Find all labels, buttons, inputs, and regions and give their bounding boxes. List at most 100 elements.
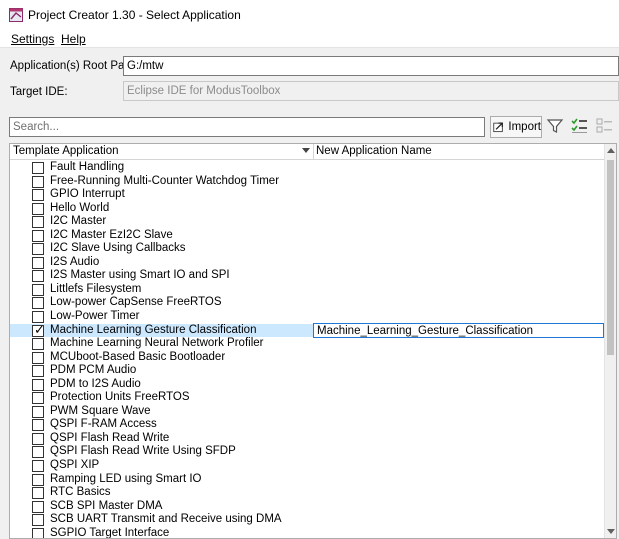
scroll-up-icon[interactable] — [607, 148, 615, 153]
table-row[interactable]: MCUboot-Based Basic Bootloader — [10, 351, 605, 365]
table-row[interactable]: I2S Master using Smart IO and SPI — [10, 269, 605, 283]
table-row[interactable]: PDM PCM Audio — [10, 364, 605, 378]
table-body: Fault Handling Free-Running Multi-Counter… — [10, 161, 605, 539]
table-row[interactable]: QSPI XIP — [10, 459, 605, 473]
table-row[interactable]: Fault Handling — [10, 161, 605, 175]
row-checkbox[interactable] — [32, 514, 44, 527]
row-template-label: QSPI Flash Read Write — [50, 431, 170, 444]
table-row[interactable]: I2C Master EzI2C Slave — [10, 229, 605, 243]
sort-arrow-icon[interactable] — [302, 148, 310, 153]
table-row[interactable]: SGPIO Target Interface — [10, 526, 605, 539]
row-checkbox[interactable] — [32, 189, 44, 202]
table-row[interactable]: QSPI Flash Read Write — [10, 432, 605, 446]
menu-settings-label: Settings — [11, 32, 55, 46]
table-row[interactable]: Hello World — [10, 202, 605, 216]
table-row[interactable]: Low-power CapSense FreeRTOS — [10, 296, 605, 310]
row-template-label: PDM to I2S Audio — [50, 377, 141, 390]
table-row[interactable]: SCB UART Transmit and Receive using DMA — [10, 513, 605, 527]
row-template-label: QSPI XIP — [50, 459, 100, 472]
row-template-label: Low-Power Timer — [50, 310, 140, 323]
target-ide-label: Target IDE: — [10, 86, 68, 98]
row-checkbox[interactable] — [32, 392, 44, 405]
row-checkbox[interactable] — [32, 378, 44, 391]
row-checkbox[interactable]: ✓ — [32, 322, 45, 337]
table-row[interactable]: SCB SPI Master DMA — [10, 500, 605, 514]
row-template-label: Low-power CapSense FreeRTOS — [50, 296, 222, 309]
row-checkbox[interactable] — [32, 487, 44, 500]
table-row[interactable]: Littlefs Filesystem — [10, 283, 605, 297]
row-checkbox[interactable] — [32, 162, 44, 174]
check-all-icon[interactable] — [571, 117, 589, 135]
row-template-label: PDM PCM Audio — [50, 364, 137, 377]
title-bar: Project Creator 1.30 - Select Applicatio… — [0, 0, 619, 30]
row-checkbox[interactable] — [32, 229, 44, 242]
uncheck-all-icon[interactable] — [596, 117, 614, 135]
vertical-scrollbar[interactable] — [604, 144, 616, 538]
row-template-label: SGPIO Target Interface — [50, 526, 170, 539]
row-checkbox[interactable] — [32, 243, 44, 256]
row-template-label: Littlefs Filesystem — [50, 282, 142, 295]
table-row[interactable]: I2S Audio — [10, 256, 605, 270]
row-template-label: QSPI Flash Read Write Using SFDP — [50, 445, 236, 458]
table-row[interactable]: Machine Learning Neural Network Profiler — [10, 337, 605, 351]
menu-settings[interactable]: Settings — [11, 32, 54, 46]
row-checkbox[interactable] — [32, 338, 44, 351]
row-template-label: I2S Master using Smart IO and SPI — [50, 269, 230, 282]
row-checkbox[interactable] — [32, 283, 44, 296]
row-template-label: SCB SPI Master DMA — [50, 499, 163, 512]
row-checkbox[interactable] — [32, 202, 44, 215]
table-row[interactable]: I2C Slave Using Callbacks — [10, 242, 605, 256]
menu-help-label: Help — [61, 32, 86, 46]
target-ide-field: Eclipse IDE for ModusToolbox — [123, 81, 619, 101]
table-row[interactable]: QSPI F-RAM Access — [10, 418, 605, 432]
table-row[interactable]: Protection Units FreeRTOS — [10, 391, 605, 405]
row-checkbox[interactable] — [32, 351, 44, 364]
row-checkbox[interactable] — [32, 527, 44, 538]
row-checkbox[interactable] — [32, 432, 44, 445]
col-new-application-name[interactable]: New Application Name — [316, 145, 432, 157]
scroll-thumb[interactable] — [607, 160, 614, 355]
row-checkbox[interactable] — [32, 175, 44, 188]
table-row[interactable]: QSPI Flash Read Write Using SFDP — [10, 445, 605, 459]
row-checkbox[interactable] — [32, 500, 44, 513]
row-template-label: Fault Handling — [50, 161, 125, 173]
table-row[interactable]: ✓ Machine Learning Gesture Classification… — [10, 322, 605, 338]
table-row[interactable]: Free-Running Multi-Counter Watchdog Time… — [10, 175, 605, 189]
row-template-label: Hello World — [50, 201, 110, 214]
row-checkbox[interactable] — [32, 419, 44, 432]
row-template-label: Ramping LED using Smart IO — [50, 472, 202, 485]
table-row[interactable]: PWM Square Wave — [10, 405, 605, 419]
row-template-label: I2C Slave Using Callbacks — [50, 242, 186, 255]
import-button[interactable]: Import — [490, 116, 542, 138]
col-template-application[interactable]: Template Application — [13, 145, 118, 157]
table-row[interactable]: RTC Basics — [10, 486, 605, 500]
row-checkbox[interactable] — [32, 297, 44, 310]
table-row[interactable]: Ramping LED using Smart IO — [10, 473, 605, 487]
table-row[interactable]: I2C Master — [10, 215, 605, 229]
app-icon — [9, 8, 23, 22]
row-checkbox[interactable] — [32, 256, 44, 269]
template-table: Template Application New Application Nam… — [9, 143, 617, 539]
row-checkbox[interactable] — [32, 460, 44, 473]
root-path-label: Application(s) Root Path: — [10, 60, 138, 72]
root-path-input[interactable]: G:/mtw — [123, 56, 619, 76]
row-checkbox[interactable] — [32, 365, 44, 378]
menu-help[interactable]: Help — [61, 32, 86, 46]
table-row[interactable]: Low-Power Timer — [10, 310, 605, 324]
new-application-name-input[interactable]: Machine_Learning_Gesture_Classification — [313, 322, 604, 338]
table-row[interactable]: PDM to I2S Audio — [10, 378, 605, 392]
row-template-label: I2S Audio — [50, 255, 100, 268]
row-checkbox[interactable] — [32, 473, 44, 486]
search-input[interactable]: Search... — [9, 117, 485, 137]
row-checkbox[interactable] — [32, 446, 44, 459]
row-checkbox[interactable] — [32, 270, 44, 283]
filter-icon[interactable] — [546, 117, 564, 135]
row-checkbox[interactable] — [32, 405, 44, 418]
row-template-label: I2C Master EzI2C Slave — [50, 228, 173, 241]
row-checkbox[interactable] — [32, 216, 44, 229]
table-row[interactable]: GPIO Interrupt — [10, 188, 605, 202]
scroll-down-icon[interactable] — [607, 529, 615, 534]
row-template-label: SCB UART Transmit and Receive using DMA — [50, 513, 282, 526]
row-template-label: PWM Square Wave — [50, 404, 151, 417]
row-template-label: Free-Running Multi-Counter Watchdog Time… — [50, 174, 280, 187]
